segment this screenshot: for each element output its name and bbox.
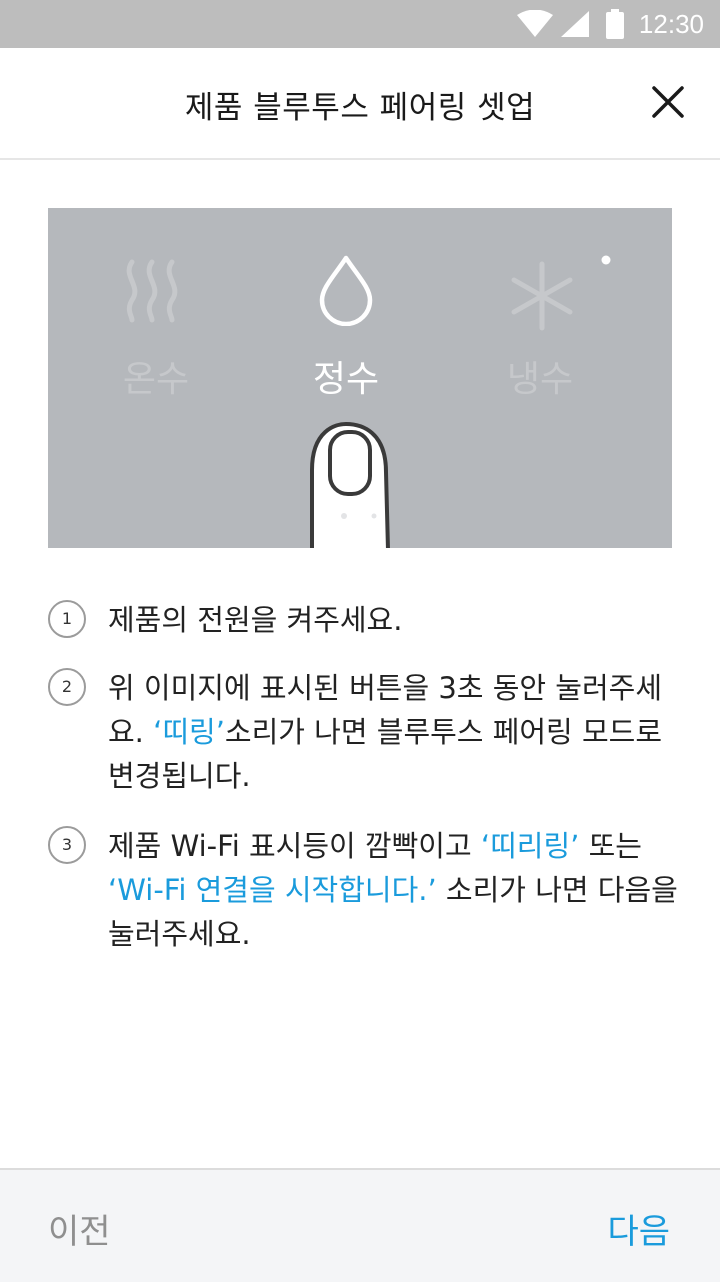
- status-bar: 12:30: [0, 0, 720, 48]
- purified-water-label: 정수: [312, 359, 380, 400]
- wifi-icon: [516, 10, 553, 37]
- cold-water-label: 냉수: [506, 359, 574, 400]
- snowflake-icon: [511, 261, 573, 331]
- indicator-dot-icon: [601, 255, 611, 265]
- warm-water-label: 온수: [122, 359, 190, 400]
- button-illustration: 온수 정수 냉수: [48, 208, 672, 548]
- step-text: 제품의 전원을 켜주세요.: [108, 603, 403, 637]
- step-item: 3 제품 Wi-Fi 표시등이 깜빡이고 ‘띠리링’ 또는 ‘Wi-Fi 연결을…: [48, 824, 678, 956]
- battery-icon: [605, 9, 624, 39]
- instruction-steps: 1 제품의 전원을 켜주세요. 2 위 이미지에 표시된 버튼을 3초 동안 눌…: [48, 598, 678, 956]
- close-icon: [652, 86, 684, 118]
- prev-button[interactable]: 이전: [48, 1204, 111, 1253]
- step-text: 제품 Wi-Fi 표시등이 깜빡이고: [108, 829, 481, 863]
- hot-water-icon: [126, 259, 178, 323]
- step-number: 2: [48, 668, 86, 706]
- cell-signal-icon: [560, 11, 589, 37]
- status-time: 12:30: [638, 8, 704, 39]
- finger-press-icon: [310, 422, 390, 548]
- step-number: 1: [48, 600, 86, 638]
- step-item: 1 제품의 전원을 켜주세요.: [48, 598, 678, 642]
- next-button[interactable]: 다음: [607, 1204, 670, 1253]
- voice-highlight: ‘Wi-Fi 연결을 시작합니다.’: [108, 873, 437, 907]
- header: 제품 블루투스 페어링 셋업: [0, 48, 720, 160]
- step-number: 3: [48, 826, 86, 864]
- status-icons: 12:30: [516, 0, 720, 48]
- sound-highlight: ‘띠리링’: [480, 829, 580, 863]
- step-item: 2 위 이미지에 표시된 버튼을 3초 동안 눌러주세요. ‘띠링’소리가 나면…: [48, 666, 678, 798]
- step-text: 또는: [579, 829, 642, 863]
- sound-highlight: ‘띠링’: [153, 715, 225, 749]
- close-button[interactable]: [650, 84, 686, 120]
- footer-nav: 이전 다음: [0, 1168, 720, 1282]
- page-title: 제품 블루투스 페어링 셋업: [184, 90, 536, 126]
- water-drop-icon: [319, 255, 373, 326]
